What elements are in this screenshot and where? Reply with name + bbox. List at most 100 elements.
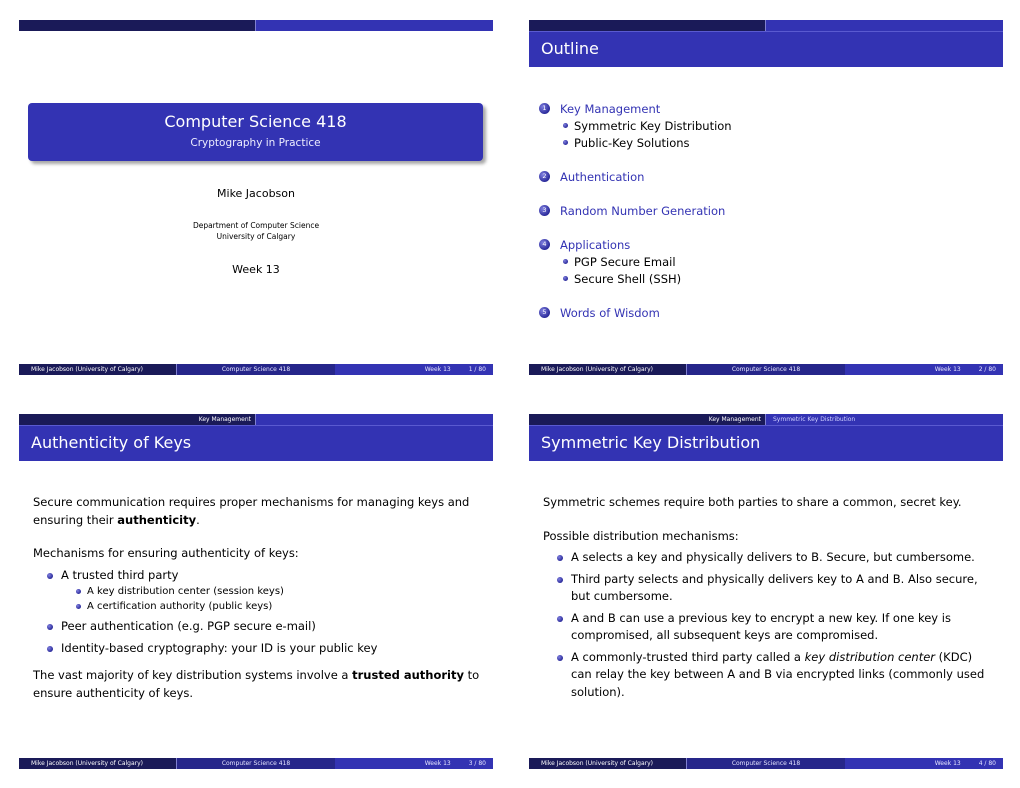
presentation-subtitle: Cryptography in Practice xyxy=(190,137,321,149)
nav-strip xyxy=(529,20,1003,31)
footer-week: Week 13 xyxy=(934,366,961,373)
toc-section[interactable]: 2 Authentication xyxy=(539,168,989,185)
frame-title: Authenticity of Keys xyxy=(19,425,493,461)
nav-section xyxy=(529,20,766,31)
footer-week: Week 13 xyxy=(934,760,961,767)
mechanisms-heading: Mechanisms for ensuring authenticity of … xyxy=(33,546,299,560)
frame-title: Symmetric Key Distribution xyxy=(529,425,1003,461)
footer-right: Week 13 2 / 80 xyxy=(845,364,1003,375)
bullet-icon xyxy=(563,123,568,128)
toc-subsection[interactable]: Secure Shell (SSH) xyxy=(539,270,989,287)
toc-subsection-label: Secure Shell (SSH) xyxy=(574,271,682,286)
emphasis: key distribution center xyxy=(804,649,936,664)
text: A commonly-trusted third party called a xyxy=(571,649,805,664)
title-box: Computer Science 418 Cryptography in Pra… xyxy=(28,103,483,161)
table-of-contents: 1 Key Management Symmetric Key Distributio… xyxy=(539,100,989,321)
frame-title: Outline xyxy=(529,31,1003,67)
toc-section-label: Random Number Generation xyxy=(560,203,726,218)
list-item: A commonly-trusted third party called a … xyxy=(557,649,993,702)
footer-page: 3 / 80 xyxy=(468,760,486,767)
conclusion-paragraph: The vast majority of key distribution sy… xyxy=(33,667,483,702)
footer-page: 2 / 80 xyxy=(978,366,996,373)
item-text: A trusted third party xyxy=(61,567,179,582)
toc-subsection[interactable]: PGP Secure Email xyxy=(539,253,989,270)
section-number-icon: 2 xyxy=(539,171,550,182)
department: Department of Computer Science xyxy=(192,221,320,230)
list-item: A selects a key and physically delivers … xyxy=(557,549,993,567)
toc-section-label: Key Management xyxy=(560,101,661,116)
section-number-icon: 1 xyxy=(539,103,550,114)
list-item: A trusted third party A key distribution… xyxy=(47,567,483,615)
nav-subsection xyxy=(766,20,1003,31)
intro-paragraph: Secure communication requires proper mec… xyxy=(33,494,483,529)
footer: Mike Jacobson (University of Calgary) Co… xyxy=(529,364,1003,375)
section-number-icon: 3 xyxy=(539,205,550,216)
footer-course: Computer Science 418 xyxy=(177,758,335,769)
footer-author: Mike Jacobson (University of Calgary) xyxy=(529,364,687,375)
footer-course: Computer Science 418 xyxy=(177,364,335,375)
bullet-icon xyxy=(563,259,568,264)
footer-author: Mike Jacobson (University of Calgary) xyxy=(19,758,177,769)
footer-right: Week 13 3 / 80 xyxy=(335,758,493,769)
footer: Mike Jacobson (University of Calgary) Co… xyxy=(19,364,493,375)
toc-section[interactable]: 4 Applications xyxy=(539,236,989,253)
footer-right: Week 13 4 / 80 xyxy=(845,758,1003,769)
toc-section-label: Applications xyxy=(560,237,631,252)
nav-strip xyxy=(19,20,493,31)
nav-subsection-symmetric-key-distribution[interactable]: Symmetric Key Distribution xyxy=(766,414,1003,425)
text: . xyxy=(196,512,200,527)
toc-subsection[interactable]: Symmetric Key Distribution xyxy=(539,117,989,134)
footer-week: Week 13 xyxy=(424,366,451,373)
footer-course: Computer Science 418 xyxy=(687,364,845,375)
nav-strip: Key Management xyxy=(19,414,493,425)
footer-course: Computer Science 418 xyxy=(687,758,845,769)
slide-outline: Outline 1 Key Management Symmetric Key Dis… xyxy=(529,20,1003,376)
nav-section-key-management[interactable]: Key Management xyxy=(19,414,256,425)
footer-right: Week 13 1 / 80 xyxy=(335,364,493,375)
mechanisms-list: A selects a key and physically delivers … xyxy=(543,549,993,701)
footer-page: 4 / 80 xyxy=(978,760,996,767)
text: The vast majority of key distribution sy… xyxy=(33,668,353,682)
university: University of Calgary xyxy=(216,232,296,241)
toc-subsection-label: Symmetric Key Distribution xyxy=(574,118,732,133)
footer-week: Week 13 xyxy=(424,760,451,767)
emphasis: trusted authority xyxy=(352,668,464,682)
nav-strip: Key Management Symmetric Key Distributio… xyxy=(529,414,1003,425)
toc-section[interactable]: 1 Key Management xyxy=(539,100,989,117)
slide-symmetric-key-distribution: Key Management Symmetric Key Distributio… xyxy=(529,414,1003,770)
toc-section-label: Authentication xyxy=(560,169,645,184)
footer-page: 1 / 80 xyxy=(468,366,486,373)
nav-subsection xyxy=(256,414,493,425)
toc-section[interactable]: 5 Words of Wisdom xyxy=(539,304,989,321)
author-name: Mike Jacobson xyxy=(217,187,295,200)
toc-subsection[interactable]: Public-Key Solutions xyxy=(539,134,989,151)
mechanisms-list: A trusted third party A key distribution… xyxy=(33,567,483,658)
nav-subsection xyxy=(256,20,493,31)
toc-subsection-label: PGP Secure Email xyxy=(574,254,676,269)
sub-list: A key distribution center (session keys)… xyxy=(61,584,483,614)
footer-author: Mike Jacobson (University of Calgary) xyxy=(19,364,177,375)
slide-authenticity-of-keys: Key Management Authenticity of Keys Secu… xyxy=(19,414,493,770)
nav-section-key-management[interactable]: Key Management xyxy=(529,414,766,425)
footer: Mike Jacobson (University of Calgary) Co… xyxy=(19,758,493,769)
list-item: Peer authentication (e.g. PGP secure e-m… xyxy=(47,618,483,636)
toc-subsection-label: Public-Key Solutions xyxy=(574,135,690,150)
sub-list-item: A certification authority (public keys) xyxy=(76,599,483,614)
intro-paragraph: Symmetric schemes require both parties t… xyxy=(543,495,962,509)
slide-body: Symmetric schemes require both parties t… xyxy=(543,494,993,701)
nav-section xyxy=(19,20,256,31)
presentation-title: Computer Science 418 xyxy=(164,112,347,131)
slide-body: Secure communication requires proper mec… xyxy=(33,494,483,718)
toc-section-label: Words of Wisdom xyxy=(560,305,660,320)
mechanisms-heading: Possible distribution mechanisms: xyxy=(543,528,739,543)
date: Week 13 xyxy=(232,263,280,276)
slide-title: Computer Science 418 Cryptography in Pra… xyxy=(19,20,493,376)
section-number-icon: 5 xyxy=(539,307,550,318)
section-number-icon: 4 xyxy=(539,239,550,250)
footer: Mike Jacobson (University of Calgary) Co… xyxy=(529,758,1003,769)
toc-section[interactable]: 3 Random Number Generation xyxy=(539,202,989,219)
